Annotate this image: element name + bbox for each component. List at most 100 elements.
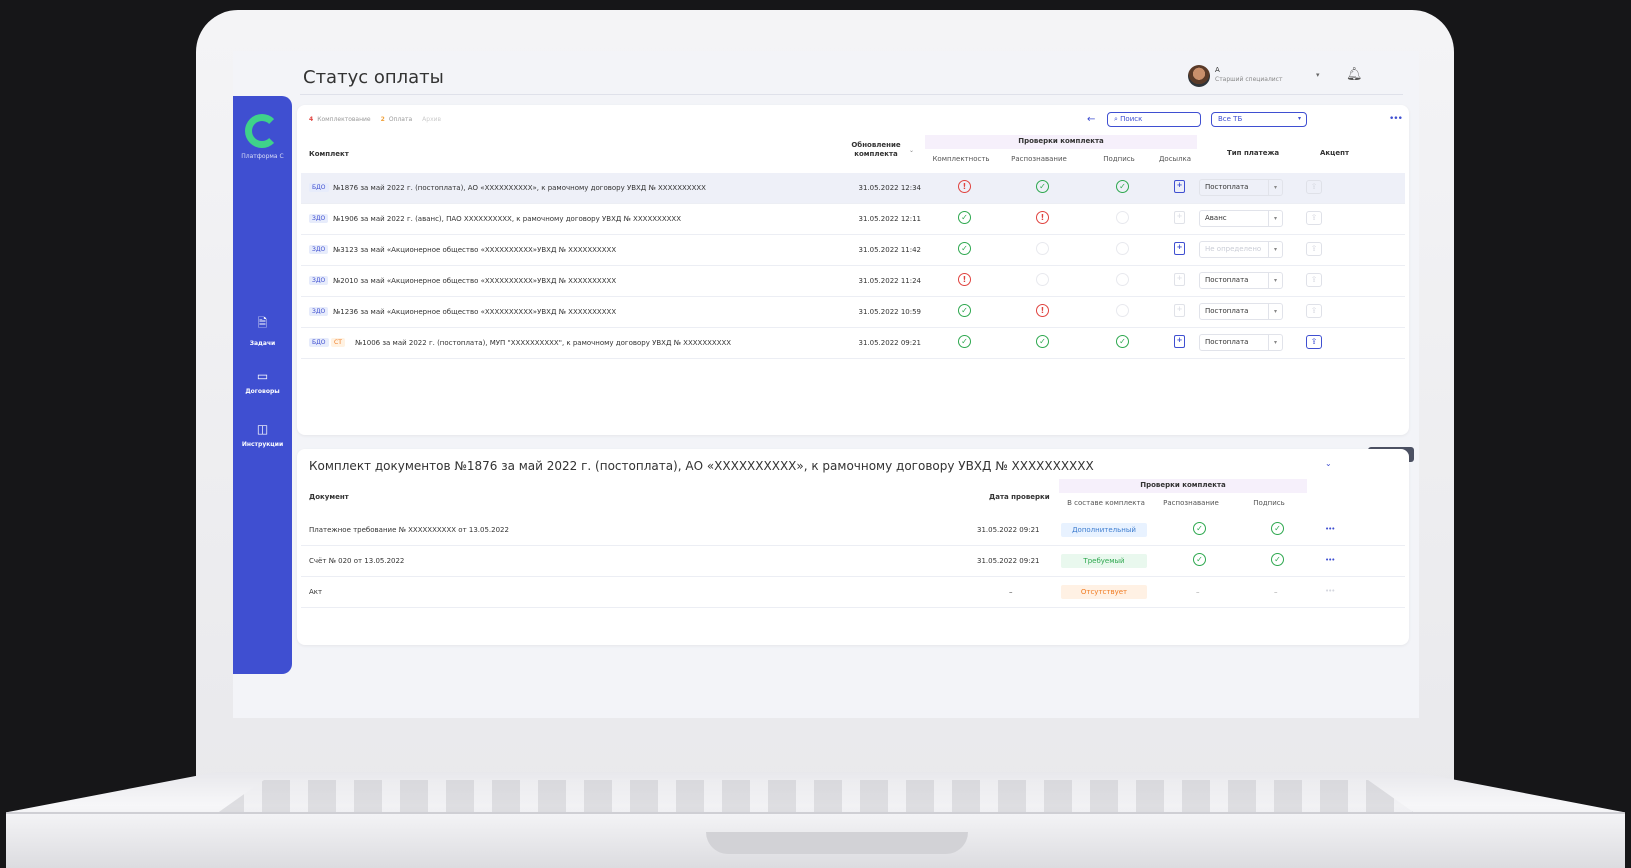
- col-check-date: Дата проверки: [989, 493, 1050, 501]
- col-komplekt[interactable]: Комплект: [309, 150, 349, 158]
- table-row[interactable]: ЗДО №1906 за май 2022 г. (аванс), ПАО XXX…: [301, 204, 1405, 235]
- chevron-down-icon[interactable]: ▾: [1316, 71, 1320, 79]
- payment-type-select[interactable]: Аванс ▾: [1199, 210, 1283, 227]
- sidebar-item-contracts[interactable]: ▭ Договоры: [233, 369, 292, 395]
- update-date: 31.05.2022 12:11: [858, 215, 921, 223]
- search-placeholder: Поиск: [1120, 115, 1143, 123]
- set-name[interactable]: №2010 за май «Акционерное общество «XXXX…: [333, 277, 616, 285]
- chevron-down-icon[interactable]: ⌄: [1325, 459, 1332, 468]
- col-recognition: Распознавание: [1163, 499, 1219, 507]
- check-ok-icon: ✓: [1193, 553, 1206, 566]
- set-type-tag: ЗДО: [309, 245, 329, 254]
- update-date: 31.05.2022 09:21: [858, 339, 921, 347]
- more-icon[interactable]: •••: [1325, 556, 1335, 564]
- chevron-down-icon: ▾: [1297, 115, 1301, 122]
- payment-type-select[interactable]: Постоплата ▾: [1199, 272, 1283, 289]
- page-title: Статус оплаты: [303, 67, 444, 88]
- chevron-down-icon: ▾: [1268, 180, 1282, 195]
- update-date: 31.05.2022 11:24: [858, 277, 921, 285]
- empty-value: –: [1274, 588, 1278, 596]
- table-row[interactable]: БДО №1876 за май 2022 г. (постоплата), АО…: [301, 173, 1405, 204]
- check-ok-icon: ✓: [1116, 335, 1129, 348]
- details-table-header: Документ Дата проверки Проверки комплект…: [297, 479, 1409, 513]
- document-name: Акт: [309, 588, 323, 596]
- set-name[interactable]: №1876 за май 2022 г. (постоплата), АО «X…: [333, 184, 706, 192]
- payment-type-select[interactable]: Постоплата ▾: [1199, 179, 1283, 196]
- update-date: 31.05.2022 10:59: [858, 308, 921, 316]
- error-icon: !: [958, 180, 971, 193]
- accept-upload-icon[interactable]: ⇪: [1306, 335, 1322, 349]
- set-type-tag: ЗДО: [309, 276, 329, 285]
- bell-icon[interactable]: 🔔︎: [1346, 67, 1363, 82]
- search-input[interactable]: ⌕ Поиск: [1107, 112, 1201, 127]
- chevron-down-icon: ▾: [1268, 304, 1282, 319]
- col-signature: Подпись: [1253, 499, 1285, 507]
- check-ok-icon: ✓: [1271, 553, 1284, 566]
- table-row[interactable]: ЗДО №3123 за май «Акционерное общество «X…: [301, 235, 1405, 266]
- update-date: 31.05.2022 12:34: [858, 184, 921, 192]
- set-type-tag: ЗДО: [309, 307, 329, 316]
- resend-document-icon[interactable]: +: [1174, 180, 1185, 193]
- pending-icon: [1116, 242, 1129, 255]
- more-icon[interactable]: •••: [1389, 114, 1403, 124]
- check-ok-icon: ✓: [1193, 522, 1206, 535]
- resend-document-icon[interactable]: +: [1174, 335, 1185, 348]
- check-ok-icon: ✓: [1036, 335, 1049, 348]
- tb-select[interactable]: Все ТБ ▾: [1211, 112, 1307, 127]
- payment-type-select[interactable]: Постоплата ▾: [1199, 334, 1283, 351]
- laptop-notch: [706, 832, 968, 854]
- avatar[interactable]: [1188, 65, 1210, 87]
- payment-type-value: Постоплата: [1205, 183, 1249, 191]
- resend-document-icon: +: [1174, 273, 1185, 286]
- tab-komplektovanie[interactable]: 4 Комплектование: [309, 116, 371, 123]
- table-row[interactable]: Счёт № 020 от 13.05.2022 31.05.2022 09:21…: [301, 546, 1405, 577]
- set-name[interactable]: №1006 за май 2022 г. (постоплата), МУП "…: [355, 339, 731, 347]
- set-name[interactable]: №1906 за май 2022 г. (аванс), ПАО XXXXXX…: [333, 215, 681, 223]
- payment-type-select[interactable]: Постоплата ▾: [1199, 303, 1283, 320]
- table-row[interactable]: Платежное требование № XXXXXXXXXX от 13.…: [301, 515, 1405, 546]
- laptop-edge: [6, 812, 1625, 814]
- error-icon: !: [958, 273, 971, 286]
- sidebar-item-instructions[interactable]: ◫ Инструкции: [233, 422, 292, 448]
- col-recognition: Распознавание: [1011, 155, 1067, 163]
- sidebar: Платформа С 🗎 Задачи ▭ Договоры ◫ Инстру…: [233, 96, 292, 674]
- set-details-card: Комплект документов №1876 за май 2022 г.…: [297, 449, 1409, 645]
- sidebar-item-label: Инструкции: [241, 441, 284, 448]
- chevron-down-icon: ▾: [1268, 211, 1282, 226]
- check-ok-icon: ✓: [958, 211, 971, 224]
- more-icon[interactable]: •••: [1325, 525, 1335, 533]
- check-ok-icon: ✓: [1036, 180, 1049, 193]
- col-update[interactable]: Обновление комплекта: [847, 141, 905, 159]
- col-payment-type: Тип платежа: [1227, 149, 1280, 157]
- check-ok-icon: ✓: [958, 335, 971, 348]
- accept-upload-icon: ⇪: [1306, 242, 1322, 256]
- col-resend: Досылка: [1158, 155, 1192, 163]
- table-row[interactable]: Акт – Отсутствует – – •••: [301, 577, 1405, 608]
- payment-type-select[interactable]: Не определено ▾: [1199, 241, 1283, 258]
- set-name[interactable]: №3123 за май «Акционерное общество «XXXX…: [333, 246, 616, 254]
- sort-icon[interactable]: ⌄: [909, 147, 914, 154]
- table-row[interactable]: ЗДО №1236 за май «Акционерное общество «X…: [301, 297, 1405, 328]
- status-badge: Требуемый: [1061, 554, 1147, 568]
- status-badge: Дополнительный: [1061, 523, 1147, 537]
- check-date: 31.05.2022 09:21: [977, 557, 1040, 565]
- sidebar-item-label: Задачи: [249, 340, 276, 347]
- search-icon: ⌕: [1114, 115, 1118, 123]
- tab-arkhiv[interactable]: Архив: [422, 116, 441, 123]
- set-name[interactable]: №1236 за май «Акционерное общество «XXXX…: [333, 308, 616, 316]
- tab-count: 2: [380, 116, 385, 123]
- sidebar-item-tasks[interactable]: 🗎 Задачи: [233, 314, 292, 347]
- col-signature: Подпись: [1103, 155, 1135, 163]
- tab-oplata[interactable]: 2 Оплата: [381, 116, 413, 123]
- resend-document-icon: +: [1174, 211, 1185, 224]
- back-arrow-icon[interactable]: ←: [1087, 114, 1095, 125]
- details-table-body: Платежное требование № XXXXXXXXXX от 13.…: [301, 515, 1405, 608]
- resend-document-icon[interactable]: +: [1174, 242, 1185, 255]
- table-row[interactable]: ЗДО №2010 за май «Акционерное общество «X…: [301, 266, 1405, 297]
- more-icon[interactable]: •••: [1325, 587, 1335, 595]
- status-tabs: 4 Комплектование 2 Оплата Архив: [309, 116, 441, 123]
- pending-icon: [1116, 304, 1129, 317]
- col-in-set: В составе комплекта: [1067, 499, 1145, 507]
- checks-group-header: Проверки комплекта: [1059, 479, 1307, 493]
- table-row[interactable]: БДО СТ №1006 за май 2022 г. (постоплата), …: [301, 328, 1405, 359]
